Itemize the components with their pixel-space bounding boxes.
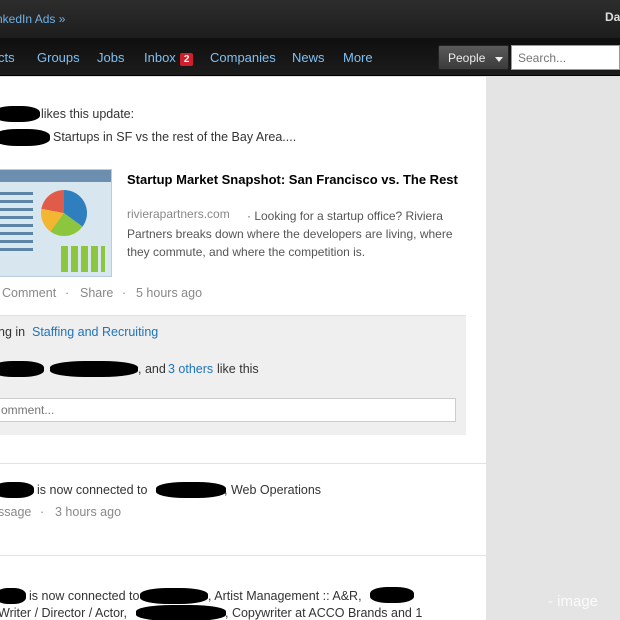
linkedin-ads-link[interactable]: nkedIn Ads » [0,12,65,26]
article-thumbnail[interactable] [0,169,112,277]
update-divider [0,463,486,464]
connection-text: is now connected to [37,483,148,497]
article-title-link[interactable]: Startup Market Snapshot: San Francisco v… [127,171,467,189]
redacted-name [0,482,34,498]
meta-separator: · [65,286,70,300]
redacted-name [136,605,226,620]
nav-more[interactable]: More [343,50,373,65]
meta-separator: · [40,505,45,519]
nav-jobs[interactable]: Jobs [97,50,124,65]
update-timestamp: 5 hours ago [136,286,203,300]
right-column [486,77,620,620]
chevron-down-icon [495,57,503,62]
update-headline: Startups in SF vs the rest of the Bay Ar… [53,130,297,144]
group-link[interactable]: Staffing and Recruiting [32,325,158,339]
redacted-name [0,129,50,146]
redacted-name [0,588,26,604]
search-scope-dropdown[interactable]: People [438,45,509,70]
nav-companies[interactable]: Companies [210,50,276,65]
nav-news[interactable]: News [292,50,325,65]
connection-role: , Artist Management :: A&R, [208,589,362,603]
connection-role: , Web Operations [224,483,322,497]
redacted-name [0,361,44,377]
update-actor-text: likes this update: [41,107,135,121]
redacted-name [50,361,138,377]
nav-inbox[interactable]: Inbox 2 [144,50,194,66]
nav-groups[interactable]: Groups [37,50,80,65]
comment-input[interactable] [0,398,456,422]
pie-chart-icon [41,190,87,236]
connection-role-line2: Writer / Director / Actor, [0,606,127,620]
top-bar: nkedIn Ads » Da [0,0,620,38]
comment-action[interactable]: Comment [2,286,56,300]
connection-text: is now connected to [29,589,140,603]
nav-contacts[interactable]: cts [0,50,15,65]
nav-inbox-label: Inbox [144,50,176,65]
connection-role-line2-end: , Copywriter at ACCO Brands and 1 [225,606,423,620]
message-action[interactable]: ssage [0,505,31,519]
search-input[interactable] [511,45,620,70]
likes-suffix: like this [217,362,259,376]
image-watermark: - image [548,593,599,610]
redacted-name [370,587,414,603]
meta-separator: · [122,286,127,300]
search-scope-label: People [448,51,486,65]
inbox-count-badge: 2 [179,53,194,66]
article-source: rivierapartners.com [127,207,230,221]
user-name-menu[interactable]: Da [605,10,620,24]
share-action[interactable]: Share [80,286,113,300]
redacted-name [0,106,40,122]
group-prefix: ng in [0,325,26,339]
update-timestamp: 3 hours ago [55,505,122,519]
news-feed: likes this update: Startups in SF vs the… [0,77,486,620]
likes-others-link[interactable]: 3 others [168,362,213,376]
redacted-name [140,588,208,604]
redacted-name [156,482,226,498]
likes-text: , and [138,362,166,376]
update-divider [0,555,486,556]
